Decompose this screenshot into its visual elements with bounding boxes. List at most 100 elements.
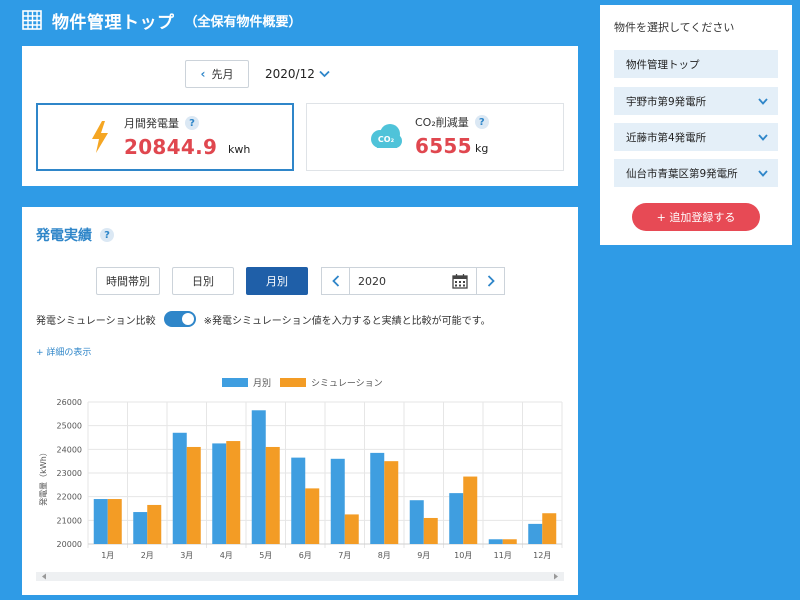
x-tick-label: 11月 bbox=[494, 551, 512, 560]
chevron-down-icon bbox=[319, 70, 330, 78]
month-navigation: ‹ 先月 2020/12 bbox=[185, 60, 330, 88]
x-tick-label: 5月 bbox=[259, 551, 272, 560]
chevron-down-icon bbox=[758, 169, 768, 177]
sidebar-item-sendai[interactable]: 仙台市青葉区第9発電所 bbox=[614, 159, 778, 187]
help-icon[interactable]: ? bbox=[474, 115, 489, 129]
help-icon[interactable]: ? bbox=[100, 228, 114, 242]
chart-legend: 月別 シミュレーション bbox=[222, 378, 383, 389]
monthly-generation-chart: 月別 シミュレーション 20000 21000 22000 23000 24000 2500… bbox=[36, 378, 564, 581]
period-tabs: 時間帯別 日別 月別 bbox=[96, 267, 308, 295]
month-selector[interactable]: 2020/12 bbox=[265, 67, 330, 81]
sidebar-item-label: 宇野市第9発電所 bbox=[626, 95, 707, 108]
bar-simulation[interactable] bbox=[502, 539, 517, 544]
property-selector-card: 物件を選択してください 物件管理トップ 宇野市第9発電所 近藤市第4発電所 仙台… bbox=[600, 5, 792, 245]
monthly-generation-box[interactable]: 月間発電量 ? 20844.9 kwh bbox=[36, 103, 294, 171]
horizontal-scrollbar[interactable] bbox=[36, 572, 564, 581]
y-axis-label: 発電量（kWh） bbox=[39, 448, 48, 506]
simulation-toggle[interactable] bbox=[163, 311, 196, 327]
y-tick-label: 25000 bbox=[57, 422, 82, 431]
property-selector-title: 物件を選択してください bbox=[614, 21, 735, 34]
chevron-down-icon bbox=[758, 133, 768, 141]
y-tick-label: 20000 bbox=[57, 540, 82, 549]
grid-table-icon bbox=[22, 10, 42, 30]
add-property-button[interactable]: + 追加登録する bbox=[632, 203, 760, 231]
y-tick-label: 22000 bbox=[57, 493, 82, 502]
sidebar-item-top[interactable]: 物件管理トップ bbox=[614, 50, 778, 78]
page-subtitle: （全保有物件概要） bbox=[184, 14, 302, 30]
next-year-button[interactable] bbox=[476, 268, 504, 294]
bar-actual[interactable] bbox=[330, 458, 345, 544]
bar-simulation[interactable] bbox=[463, 476, 478, 544]
co2-reduction-unit: kg bbox=[475, 142, 489, 155]
prev-month-button[interactable]: ‹ 先月 bbox=[185, 60, 249, 88]
co2-reduction-box[interactable]: CO₂ CO₂削減量 ? 6555 kg bbox=[306, 103, 564, 171]
bar-actual[interactable] bbox=[409, 500, 424, 544]
help-icon[interactable]: ? bbox=[185, 116, 199, 130]
tab-daily[interactable]: 日別 bbox=[172, 267, 234, 295]
monthly-generation-unit: kwh bbox=[228, 143, 251, 156]
sidebar-item-uno[interactable]: 宇野市第9発電所 bbox=[614, 87, 778, 115]
prev-year-button[interactable] bbox=[322, 268, 350, 294]
bar-simulation[interactable] bbox=[344, 514, 359, 544]
calendar-icon bbox=[452, 274, 468, 289]
bar-actual[interactable] bbox=[370, 452, 385, 544]
bar-simulation[interactable] bbox=[305, 488, 320, 544]
calendar-button[interactable] bbox=[450, 268, 470, 294]
section-title: 発電実績 ? bbox=[36, 225, 114, 245]
bar-simulation[interactable] bbox=[423, 517, 438, 544]
legend-swatch[interactable] bbox=[222, 378, 248, 387]
bar-simulation[interactable] bbox=[384, 461, 399, 544]
bar-simulation[interactable] bbox=[265, 446, 280, 544]
y-tick-label: 21000 bbox=[57, 516, 82, 525]
chevron-right-icon bbox=[487, 275, 495, 287]
bar-actual[interactable] bbox=[449, 493, 464, 544]
sidebar-item-kondo[interactable]: 近藤市第4発電所 bbox=[614, 123, 778, 151]
chart-x-axis: 1月 2月 3月 4月 5月 6月 7月 8月 9月 10月 11月 12月 bbox=[101, 551, 551, 560]
toggle-knob bbox=[181, 313, 194, 325]
x-tick-label: 6月 bbox=[299, 551, 312, 560]
year-input[interactable]: 2020 bbox=[350, 275, 450, 288]
bar-actual[interactable] bbox=[133, 512, 148, 544]
sidebar-item-label: 物件管理トップ bbox=[626, 58, 700, 71]
svg-text:CO₂: CO₂ bbox=[378, 135, 395, 144]
chevron-left-icon: ‹ bbox=[200, 67, 206, 81]
page-title: 物件管理トップ bbox=[52, 12, 175, 33]
bar-actual[interactable] bbox=[251, 410, 266, 544]
chevron-left-icon bbox=[331, 275, 339, 287]
simulation-compare-label: 発電シミュレーション比較 bbox=[36, 315, 156, 327]
bar-actual[interactable] bbox=[488, 539, 503, 544]
y-tick-label: 26000 bbox=[57, 398, 82, 407]
year-picker: 2020 bbox=[321, 267, 505, 295]
co2-reduction-value: 6555 bbox=[415, 134, 472, 158]
bar-actual[interactable] bbox=[212, 443, 227, 544]
co2-reduction-label: CO₂削減量 bbox=[415, 116, 469, 129]
tab-hourly[interactable]: 時間帯別 bbox=[96, 267, 160, 295]
bar-simulation[interactable] bbox=[107, 499, 122, 544]
tab-monthly[interactable]: 月別 bbox=[246, 267, 308, 295]
generation-chart-card: 発電実績 ? 時間帯別 日別 月別 2020 発電シミュレーション比較 ※発電シ… bbox=[22, 207, 578, 595]
current-month: 2020/12 bbox=[265, 67, 315, 81]
chart-section-title: 発電実績 bbox=[36, 228, 92, 244]
x-tick-label: 4月 bbox=[220, 551, 233, 560]
bar-actual[interactable] bbox=[291, 457, 306, 544]
summary-card: ‹ 先月 2020/12 月間発電量 ? 20844.9 kwh CO₂ CO₂… bbox=[22, 46, 578, 186]
show-details-link[interactable]: + 詳細の表示 bbox=[36, 345, 91, 358]
lightning-icon bbox=[92, 121, 108, 153]
bar-simulation[interactable] bbox=[147, 504, 162, 544]
bar-simulation[interactable] bbox=[542, 513, 557, 544]
monthly-generation-value: 20844.9 bbox=[124, 135, 218, 159]
co2-cloud-icon: CO₂ bbox=[371, 124, 402, 148]
x-tick-label: 9月 bbox=[417, 551, 430, 560]
prev-month-label: 先月 bbox=[211, 68, 234, 81]
x-tick-label: 10月 bbox=[454, 551, 472, 560]
bar-actual[interactable] bbox=[528, 523, 543, 544]
stat-label: 月間発電量 ? bbox=[124, 115, 199, 131]
chevron-down-icon bbox=[758, 97, 768, 105]
bar-simulation[interactable] bbox=[186, 446, 201, 544]
legend-swatch[interactable] bbox=[280, 378, 306, 387]
legend-label[interactable]: シミュレーション bbox=[311, 379, 383, 389]
legend-label[interactable]: 月別 bbox=[253, 378, 271, 389]
bar-actual[interactable] bbox=[172, 432, 187, 544]
bar-simulation[interactable] bbox=[226, 441, 241, 544]
bar-actual[interactable] bbox=[93, 499, 108, 544]
